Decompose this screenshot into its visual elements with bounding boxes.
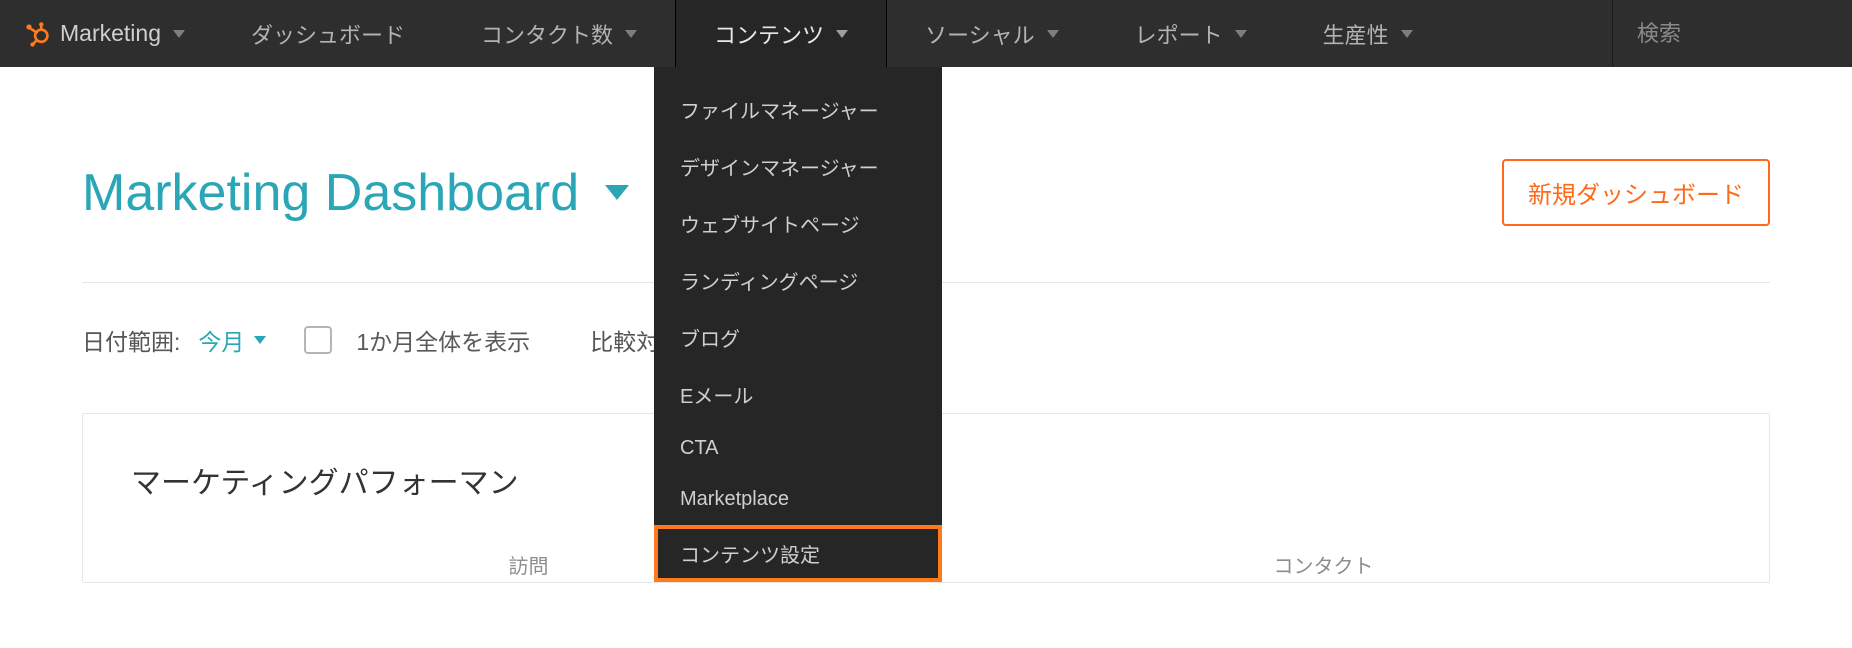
show-full-month-label: 1か月全体を表示 bbox=[356, 323, 530, 357]
search-input[interactable] bbox=[1637, 21, 1828, 47]
dashboard-title-dropdown[interactable]: Marketing Dashboard bbox=[82, 163, 629, 223]
nav-item-label: ソーシャル bbox=[925, 18, 1035, 50]
dd-item-label: Eメール bbox=[680, 386, 753, 408]
nav-item-reports[interactable]: レポート bbox=[1097, 0, 1285, 67]
date-range-value: 今月 bbox=[198, 323, 244, 357]
new-dashboard-button[interactable]: 新規ダッシュボード bbox=[1502, 159, 1770, 226]
nav-item-productivity[interactable]: 生産性 bbox=[1285, 0, 1451, 67]
nav-item-social[interactable]: ソーシャル bbox=[887, 0, 1097, 67]
nav-item-dashboard[interactable]: ダッシュボード bbox=[213, 0, 443, 67]
chevron-down-icon bbox=[173, 30, 185, 38]
nav-item-label: ダッシュボード bbox=[251, 18, 405, 50]
date-range-label: 日付範囲: bbox=[82, 323, 180, 357]
dd-item-label: デザインマネージャー bbox=[680, 158, 879, 180]
nav-item-label: コンタクト数 bbox=[481, 18, 613, 50]
show-full-month-checkbox[interactable] bbox=[304, 326, 332, 354]
nav-item-content[interactable]: コンテンツ bbox=[675, 0, 887, 67]
nav-brand-section[interactable]: Marketing bbox=[0, 0, 213, 67]
card-col-contacts: コンタクト bbox=[926, 550, 1721, 579]
date-range-dropdown[interactable]: 今月 bbox=[198, 323, 266, 357]
nav-item-label: 生産性 bbox=[1323, 18, 1389, 50]
dd-item-label: ブログ bbox=[680, 329, 740, 351]
chevron-down-icon bbox=[1047, 30, 1059, 38]
nav-search[interactable] bbox=[1612, 0, 1852, 67]
nav-items: ダッシュボード コンタクト数 コンテンツ ソーシャル レポート 生産性 bbox=[213, 0, 1451, 67]
dd-item-website-pages[interactable]: ウェブサイトページ bbox=[654, 195, 942, 252]
chevron-down-icon bbox=[254, 336, 266, 344]
page-title: Marketing Dashboard bbox=[82, 163, 579, 223]
chevron-down-icon bbox=[605, 185, 629, 200]
nav-item-label: レポート bbox=[1135, 18, 1223, 50]
dd-item-blog[interactable]: ブログ bbox=[654, 309, 942, 366]
dd-item-label: ランディングページ bbox=[680, 272, 858, 294]
brand-label: Marketing bbox=[60, 20, 161, 47]
dd-item-label: Marketplace bbox=[680, 488, 789, 510]
nav-item-contacts[interactable]: コンタクト数 bbox=[443, 0, 675, 67]
dd-item-marketplace[interactable]: Marketplace bbox=[654, 474, 942, 525]
chevron-down-icon bbox=[836, 30, 848, 38]
dd-item-label: ウェブサイトページ bbox=[680, 215, 860, 237]
chevron-down-icon bbox=[1401, 30, 1413, 38]
content-dropdown: ファイルマネージャー デザインマネージャー ウェブサイトページ ランディングペー… bbox=[654, 67, 942, 582]
dd-item-design-manager[interactable]: デザインマネージャー bbox=[654, 138, 942, 195]
compare-label: 比較対 bbox=[590, 323, 659, 357]
nav-item-label: コンテンツ bbox=[714, 18, 824, 50]
dd-item-label: ファイルマネージャー bbox=[680, 101, 879, 123]
dd-item-cta[interactable]: CTA bbox=[654, 423, 942, 474]
dd-item-email[interactable]: Eメール bbox=[654, 366, 942, 423]
chevron-down-icon bbox=[1235, 30, 1247, 38]
dd-item-content-settings[interactable]: コンテンツ設定 bbox=[654, 525, 942, 582]
top-nav: Marketing ダッシュボード コンタクト数 コンテンツ ソーシャル レポー… bbox=[0, 0, 1852, 67]
dd-item-landing-pages[interactable]: ランディングページ bbox=[654, 252, 942, 309]
dd-item-label: コンテンツ設定 bbox=[680, 545, 820, 567]
dd-item-label: CTA bbox=[680, 437, 719, 459]
dd-item-file-manager[interactable]: ファイルマネージャー bbox=[654, 81, 942, 138]
hubspot-logo-icon bbox=[22, 20, 50, 48]
chevron-down-icon bbox=[625, 30, 637, 38]
